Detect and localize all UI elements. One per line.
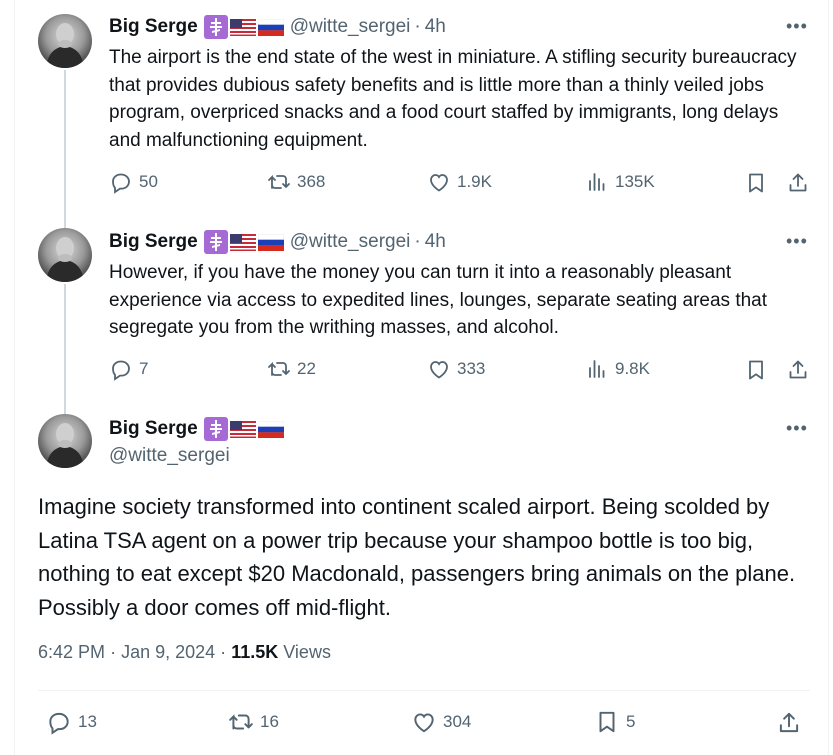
russia-flag-icon (257, 233, 284, 251)
like-icon (430, 361, 448, 379)
repost-button[interactable]: 16 (228, 709, 279, 735)
more-icon[interactable]: ••• (786, 231, 808, 252)
orthodox-cross-icon (203, 230, 228, 254)
like-icon (430, 174, 448, 192)
display-name[interactable]: Big Serge (109, 418, 198, 440)
repost-icon (229, 714, 253, 730)
bookmark-icon[interactable] (744, 358, 768, 382)
like-button[interactable]: 304 (411, 709, 471, 735)
reply-count: 13 (78, 712, 97, 731)
reply-count: 50 (139, 172, 158, 191)
tweet-meta: 6:42 PM · Jan 9, 2024 · 11.5K Views (38, 642, 331, 663)
russia-flag-icon (257, 18, 284, 36)
separator: · (414, 16, 421, 37)
views-icon (589, 360, 605, 378)
handle[interactable]: @witte_sergei (290, 231, 411, 253)
orthodox-cross-icon (203, 417, 228, 441)
like-icon (414, 713, 434, 733)
tweet-actions: 7 22 333 9.8K (109, 357, 814, 387)
reply-icon (49, 712, 69, 735)
views-count: 11.5K (231, 642, 279, 662)
repost-count: 16 (260, 712, 279, 731)
avatar[interactable] (38, 14, 92, 68)
like-count: 333 (457, 359, 486, 378)
timestamp[interactable]: 4h (425, 16, 446, 38)
views-count: 9.8K (615, 359, 650, 378)
reply-icon (112, 173, 130, 194)
russia-flag-icon (257, 420, 284, 438)
reply-button[interactable]: 7 (109, 357, 148, 381)
display-name[interactable]: Big Serge (109, 16, 198, 38)
like-count: 1.9K (457, 172, 492, 191)
post-time[interactable]: 6:42 PM (38, 642, 105, 662)
bookmark-button[interactable]: 5 (594, 709, 635, 735)
bookmark-count: 5 (626, 712, 636, 731)
display-name[interactable]: Big Serge (109, 231, 198, 253)
tweet-actions: 50 368 1.9K 135K (109, 170, 814, 200)
repost-count: 368 (297, 172, 326, 191)
name-badges (203, 417, 284, 441)
right-border (828, 0, 829, 755)
post-date[interactable]: Jan 9, 2024 (121, 642, 215, 662)
views-count: 135K (615, 172, 655, 191)
us-flag-icon (229, 420, 256, 438)
divider (38, 690, 810, 691)
views-button[interactable]: 9.8K (585, 357, 650, 381)
handle[interactable]: @witte_sergei (109, 445, 230, 467)
repost-icon (268, 174, 290, 189)
left-border (14, 0, 15, 755)
views-label: Views (283, 642, 331, 662)
views-button[interactable]: 135K (585, 170, 655, 194)
share-icon[interactable] (776, 710, 802, 736)
avatar[interactable] (38, 414, 92, 468)
bookmark-icon[interactable] (744, 171, 768, 195)
separator: · (220, 642, 227, 662)
separator: · (110, 642, 117, 662)
share-icon[interactable] (786, 358, 810, 382)
share-icon[interactable] (786, 171, 810, 195)
reply-button[interactable]: 13 (46, 709, 97, 735)
bookmark-icon (599, 711, 615, 733)
us-flag-icon (229, 18, 256, 36)
thread-line (64, 70, 66, 228)
more-icon[interactable]: ••• (786, 16, 808, 37)
more-icon[interactable]: ••• (786, 418, 808, 439)
orthodox-cross-icon (203, 15, 228, 39)
us-flag-icon (229, 233, 256, 251)
tweet-text: Imagine society transformed into contine… (38, 494, 796, 620)
repost-button[interactable]: 22 (267, 357, 316, 381)
handle[interactable]: @witte_sergei (290, 16, 411, 38)
views-icon (589, 173, 605, 191)
repost-icon (268, 361, 290, 376)
reply-icon (112, 360, 130, 381)
like-count: 304 (443, 712, 472, 731)
tweet-text: However, if you have the money you can t… (109, 262, 768, 338)
avatar[interactable] (38, 228, 92, 282)
separator: · (414, 231, 421, 252)
repost-button[interactable]: 368 (267, 170, 325, 194)
reply-count: 7 (139, 359, 149, 378)
name-badges (203, 15, 284, 39)
name-badges (203, 230, 284, 254)
like-button[interactable]: 333 (427, 357, 485, 381)
thread-line (64, 284, 66, 414)
timestamp[interactable]: 4h (425, 231, 446, 253)
main-tweet-actions: 13 16 304 5 (46, 709, 806, 739)
tweet-text: The airport is the end state of the west… (109, 47, 797, 151)
reply-button[interactable]: 50 (109, 170, 158, 194)
like-button[interactable]: 1.9K (427, 170, 492, 194)
repost-count: 22 (297, 359, 316, 378)
